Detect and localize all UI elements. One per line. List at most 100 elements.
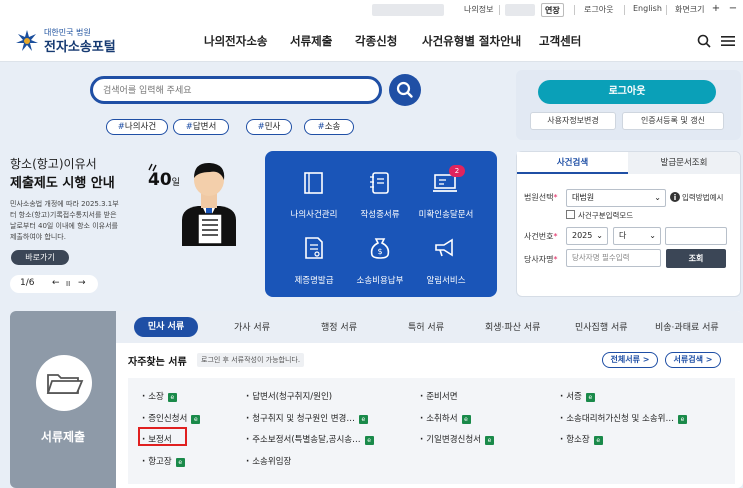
banner-goto-button[interactable]: 바로가기 (11, 250, 69, 265)
year-select[interactable]: 2025 ⌄ (566, 227, 608, 245)
mode-checkbox[interactable] (566, 210, 575, 219)
zoom-out-button[interactable]: − (727, 3, 739, 16)
list-item[interactable]: · 항소장 e (560, 433, 603, 445)
service-my-case[interactable]: 나의사건관리 (283, 208, 345, 220)
info-icon[interactable] (670, 192, 680, 202)
service-draft-documents[interactable]: 작성중서류 (350, 208, 410, 220)
item-label: 소취하서 (426, 414, 458, 424)
search-input[interactable] (103, 83, 363, 99)
nav-applications[interactable]: 각종신청 (355, 33, 397, 49)
nav-customer-center[interactable]: 고객센터 (539, 33, 581, 49)
e-form-icon: e (358, 415, 368, 424)
money-bag-icon[interactable]: $ (367, 236, 393, 260)
search-tag-answer[interactable]: #답변서 (173, 119, 229, 135)
zoom-in-button[interactable]: + (710, 3, 722, 16)
case-serial-input[interactable] (665, 227, 727, 245)
list-item[interactable]: · 소송위임장 (246, 455, 291, 467)
item-label: 서증 (566, 392, 582, 402)
list-item[interactable]: · 항고장 e (142, 455, 185, 467)
search-tag-civil[interactable]: #민사 (246, 119, 292, 135)
user-info-change-button[interactable]: 사용자정보변경 (530, 112, 616, 130)
case-search-button[interactable]: 조회 (666, 249, 726, 268)
list-item[interactable]: · 소송대리허가신청 및 소송위… e (560, 412, 687, 424)
certificate-icon[interactable] (301, 236, 327, 260)
prev-arrow-icon[interactable]: ← (52, 278, 60, 288)
tab-patent-documents[interactable]: 특허 서류 (408, 320, 444, 333)
service-certificate-issue[interactable]: 제증명발급 (283, 274, 345, 286)
case-number-label: 사건번호* (524, 232, 558, 241)
e-form-icon: e (585, 393, 595, 402)
tab-administrative-documents[interactable]: 행정 서류 (321, 320, 357, 333)
item-label: 주소보정서(특별송달,공시송… (252, 435, 361, 445)
item-label: 소송위임장 (252, 457, 292, 467)
e-form-icon: e (175, 458, 185, 467)
search-icon[interactable] (697, 34, 711, 48)
favorite-documents-title: 자주찾는 서류 (128, 357, 187, 368)
banner-text: 제출하여야 합니다. (10, 233, 66, 241)
megaphone-icon[interactable] (432, 236, 458, 260)
tag-label: 소송 (324, 122, 341, 132)
list-item[interactable]: · 증인신청서 e (142, 412, 201, 424)
zoom-label: 화면크기 (675, 5, 705, 14)
notebook-edit-icon[interactable] (367, 171, 393, 195)
english-link[interactable]: English (633, 4, 662, 13)
list-item[interactable]: · 답변서(청구취지/원인) (246, 390, 332, 402)
court-select[interactable]: 대법원 ⌄ (566, 189, 666, 207)
tab-execution-documents[interactable]: 민사집행 서류 (575, 320, 628, 333)
search-tag-my-case[interactable]: #나의사건 (106, 119, 168, 135)
menu-icon[interactable] (721, 35, 735, 47)
cert-register-button[interactable]: 인증서등록 및 갱신 (622, 112, 724, 130)
tab-bankruptcy-documents[interactable]: 회생·파산 서류 (485, 320, 540, 333)
e-form-icon: e (484, 436, 494, 445)
list-item[interactable]: · 주소보정서(특별송달,공시송… e (246, 433, 374, 445)
court-logo-icon[interactable] (12, 26, 42, 54)
extend-session-button[interactable]: 연장 (541, 3, 564, 17)
list-item[interactable]: · 소취하서 e (420, 412, 471, 424)
divider (574, 5, 575, 15)
folder-icon (46, 374, 84, 394)
item-label: 항고장 (148, 457, 172, 467)
all-documents-button[interactable]: 전체서류 > (602, 352, 658, 368)
tab-case-search[interactable]: 사건검색 (517, 152, 628, 174)
list-item[interactable]: · 기일변경신청서 e (420, 433, 494, 445)
search-tag-lawsuit[interactable]: #소송 (304, 119, 354, 135)
case-type-select[interactable]: 다 ⌄ (613, 227, 661, 245)
nav-procedure-guide[interactable]: 사건유형별 절차안내 (422, 33, 521, 49)
tab-non-litigation-documents[interactable]: 비송·과태료 서류 (655, 320, 719, 333)
unread-count-badge: 2 (449, 165, 465, 177)
e-form-icon: e (461, 415, 471, 424)
court-select-value: 대법원 (572, 193, 595, 202)
list-item[interactable]: · 서증 e (560, 390, 595, 402)
tab-family-documents[interactable]: 가사 서류 (234, 320, 270, 333)
list-item[interactable]: · 준비서면 (420, 390, 458, 402)
tag-label: 민사 (264, 122, 281, 132)
logout-button[interactable]: 로그아웃 (538, 80, 716, 104)
list-item[interactable]: · 청구취지 및 청구원인 변경… e (246, 412, 368, 424)
tab-civil-documents[interactable]: 민사 서류 (134, 317, 198, 337)
divider (624, 5, 625, 15)
nav-submit-documents[interactable]: 서류제출 (290, 33, 332, 49)
logout-link[interactable]: 로그아웃 (584, 4, 613, 15)
book-icon[interactable] (301, 171, 327, 195)
input-help-link[interactable]: 입력방법예시 (682, 192, 723, 203)
logo-title[interactable]: 전자소송포털 (44, 36, 116, 55)
next-arrow-icon[interactable]: → (78, 278, 86, 288)
service-unread-delivery[interactable]: 미확인송달문서 (412, 208, 480, 220)
banner-pager: 1/6 ← II → (10, 275, 98, 293)
label-text: 당사자명 (524, 255, 554, 264)
my-info-link[interactable]: 나의정보 (464, 4, 493, 15)
item-label: 소장 (148, 392, 164, 402)
tab-issued-docs[interactable]: 발급문서조회 (628, 152, 740, 174)
search-button[interactable] (389, 74, 421, 106)
document-search-button[interactable]: 서류검색 > (665, 352, 721, 368)
item-label: 기일변경신청서 (426, 435, 481, 445)
nav-my-ecourt[interactable]: 나의전자소송 (204, 33, 267, 49)
login-hint: 로그인 후 서류작성이 가능합니다. (197, 353, 305, 367)
banner-text: 터 항소(항고)기록접수통지서를 받은 (10, 211, 117, 219)
e-form-icon: e (677, 415, 687, 424)
service-fee-payment[interactable]: 소송비용납부 (350, 274, 410, 286)
party-name-input[interactable]: 당사자명 필수입력 (566, 249, 661, 267)
list-item[interactable]: · 소장 e (142, 390, 177, 402)
service-notifications[interactable]: 알림서비스 (412, 274, 480, 286)
pause-icon[interactable]: II (66, 280, 70, 288)
